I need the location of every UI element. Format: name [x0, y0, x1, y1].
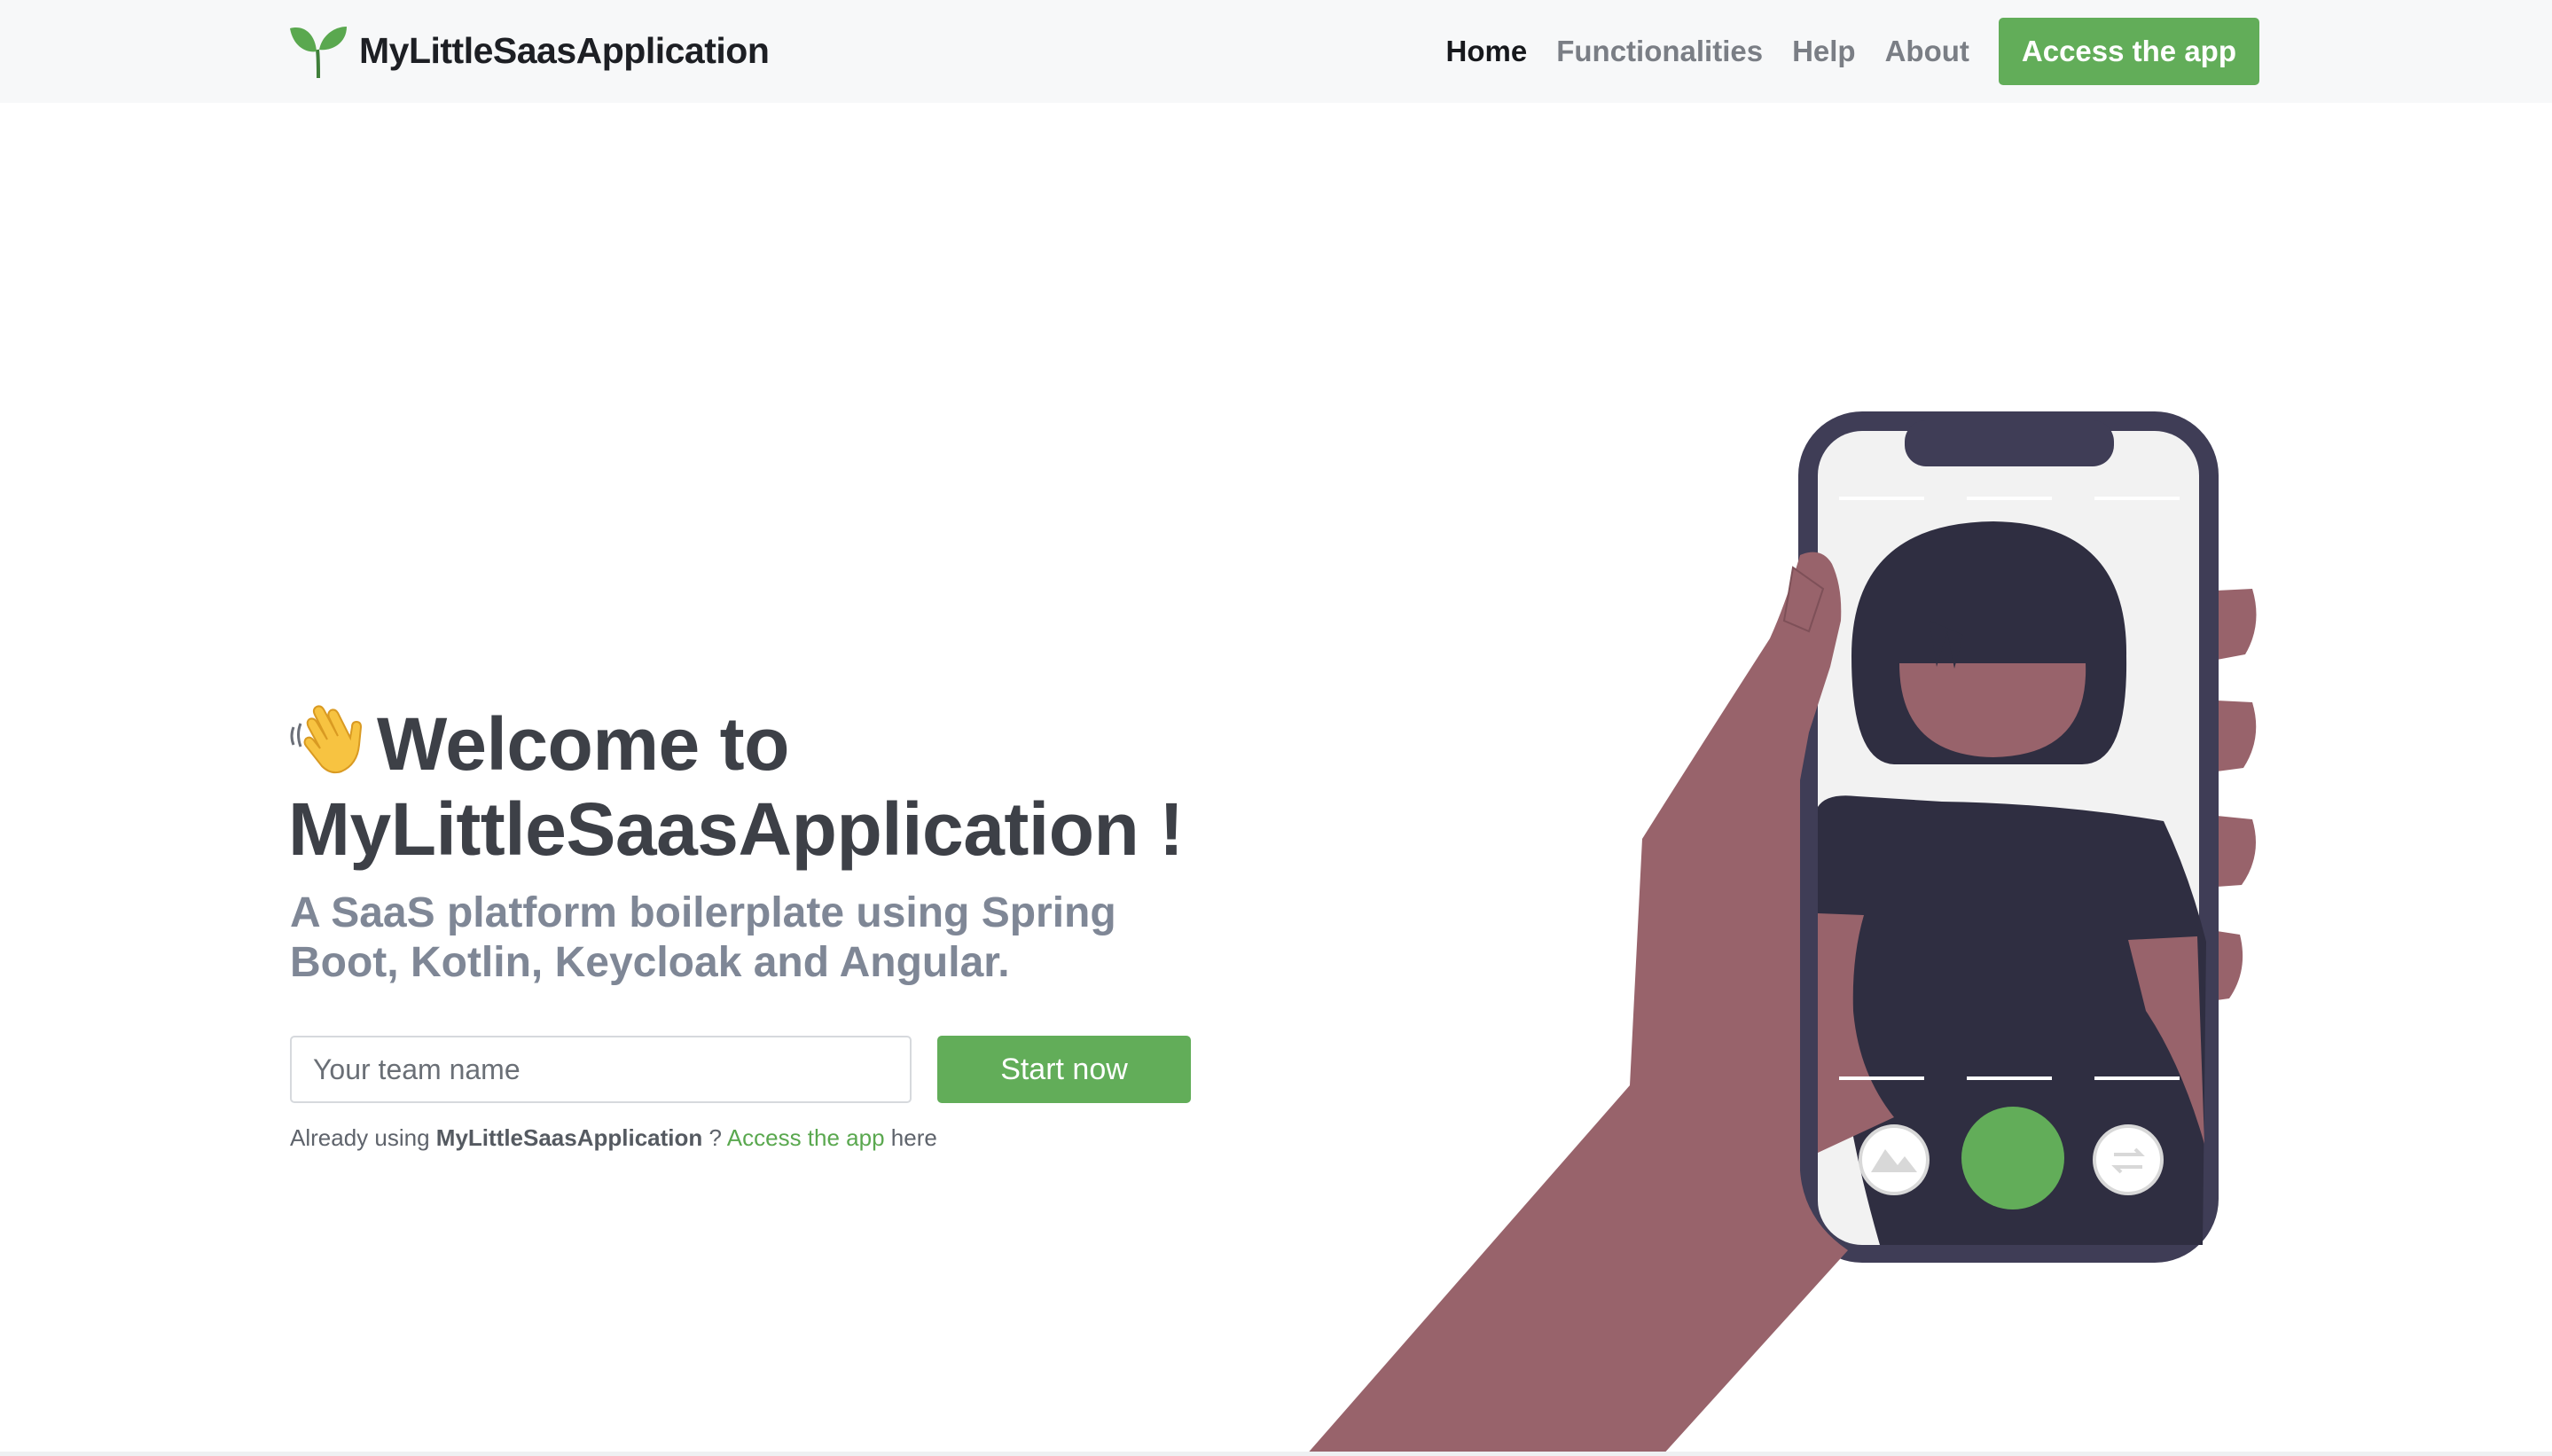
nav-links: Home Functionalities Help About Access t… [1446, 18, 2259, 85]
finger-2 [2217, 701, 2257, 771]
finger-1 [2217, 589, 2257, 660]
nav-link-home[interactable]: Home [1446, 35, 1528, 68]
finger-3 [2217, 816, 2256, 887]
navbar: MyLittleSaasApplication Home Functionali… [0, 0, 2552, 103]
gallery-icon [1859, 1124, 1930, 1195]
already-question: ? [708, 1124, 722, 1151]
hero-title-text: Welcome to MyLittleSaasApplication ! [288, 702, 1184, 871]
hero-subtitle: A SaaS platform boilerplate using Spring… [290, 889, 1116, 986]
nav-link-about[interactable]: About [1885, 35, 1969, 68]
start-now-button[interactable]: Start now [937, 1036, 1191, 1103]
brand-name: MyLittleSaasApplication [359, 29, 770, 71]
brand[interactable]: MyLittleSaasApplication [288, 23, 770, 78]
already-suffix: here [890, 1124, 937, 1151]
switch-camera-icon [2093, 1124, 2164, 1195]
phone-notch [1905, 420, 2114, 466]
finger-4 [2217, 931, 2243, 1000]
already-app-name: MyLittleSaasApplication [435, 1124, 703, 1151]
hand [1305, 552, 1848, 1456]
shutter-button [1961, 1107, 2064, 1209]
nav-link-functionalities[interactable]: Functionalities [1556, 35, 1763, 68]
nav-link-help[interactable]: Help [1792, 35, 1856, 68]
access-app-button[interactable]: Access the app [1998, 18, 2259, 85]
already-using-line: Already using MyLittleSaasApplication ? … [290, 1124, 937, 1152]
footer-divider [0, 1452, 2552, 1456]
hero-title: Welcome to MyLittleSaasApplication ! [288, 701, 1264, 872]
team-name-input[interactable] [290, 1036, 912, 1103]
hand-holding-phone-illustration [1305, 411, 2257, 1456]
access-app-link[interactable]: Access the app [727, 1124, 885, 1151]
already-prefix: Already using [290, 1124, 430, 1151]
waving-hand-icon [290, 705, 363, 774]
sprout-icon [290, 27, 347, 78]
